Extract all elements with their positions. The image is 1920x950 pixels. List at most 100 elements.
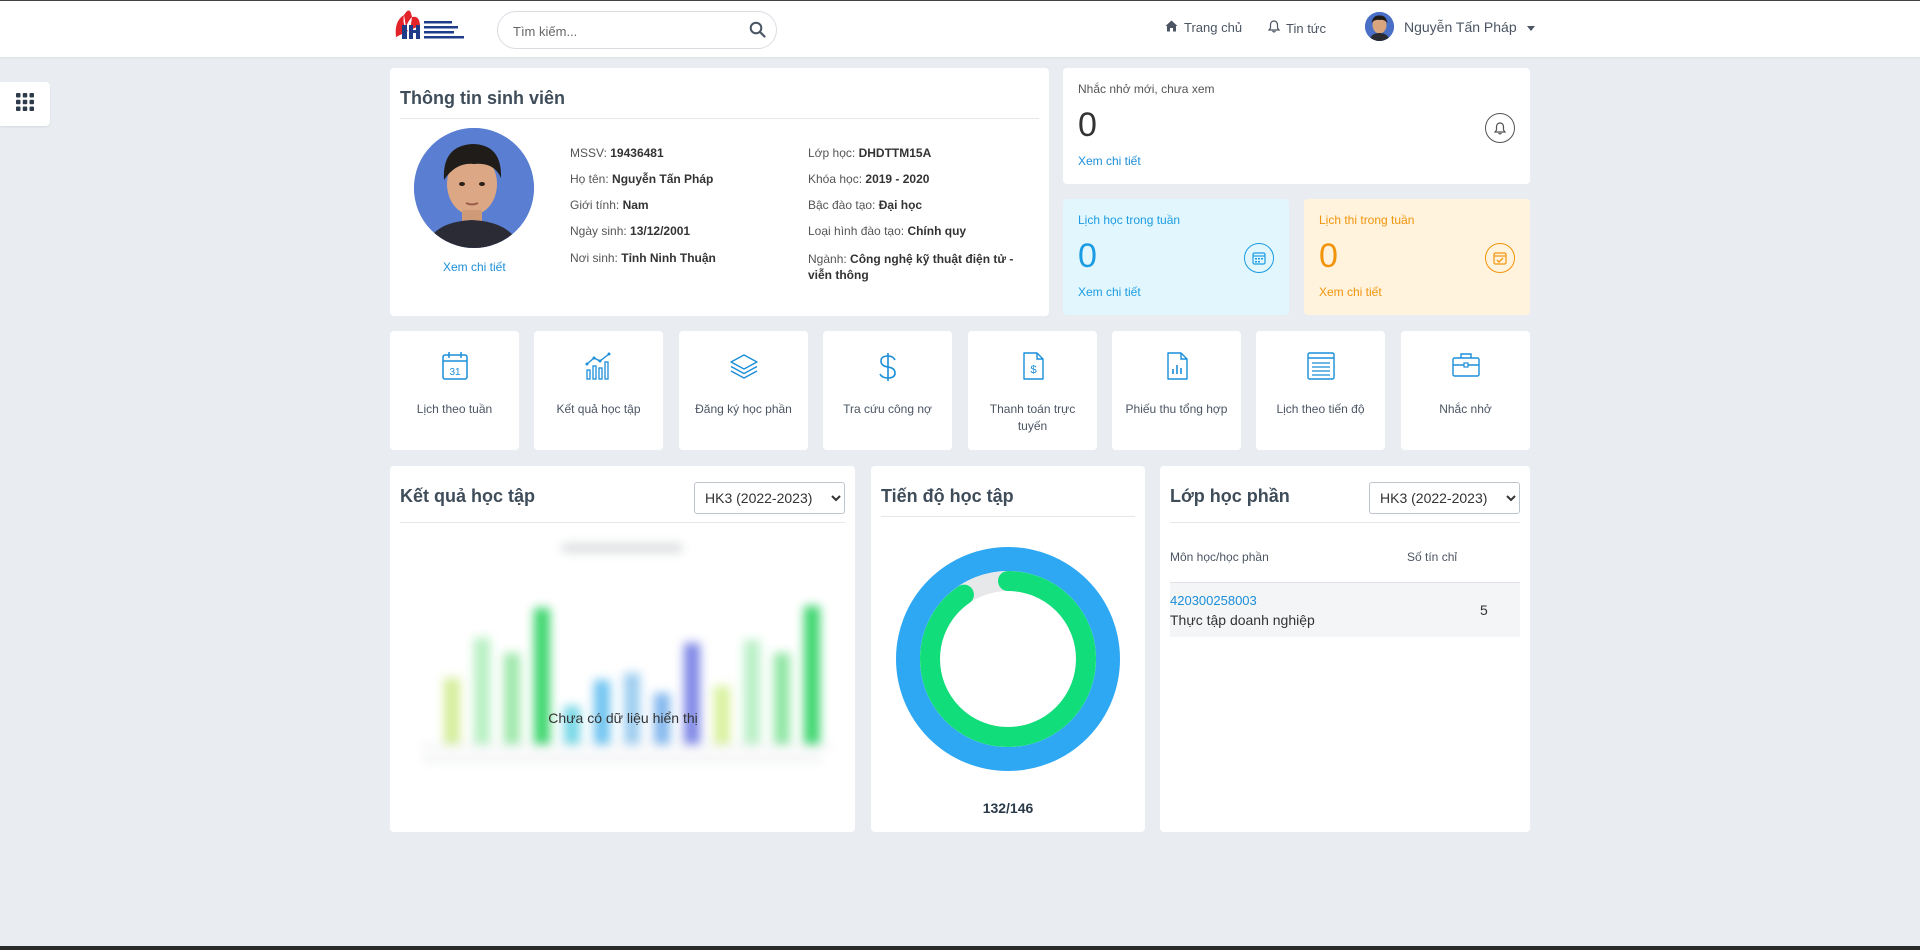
course-sections-card: Lớp học phần HK3 (2022-2023) Môn học/học… <box>1160 466 1530 832</box>
quick-link-debt-lookup[interactable]: Tra cứu công nợ <box>823 331 952 450</box>
dollar-icon <box>823 351 952 383</box>
exam-schedule-count: 0 <box>1319 237 1338 275</box>
info-birthdate: Ngày sinh: 13/12/2001 <box>570 224 690 238</box>
info-label: Nơi sinh: <box>570 251 618 265</box>
bell-icon <box>1485 113 1515 143</box>
exam-schedule-card: Lịch thi trong tuần 0 Xem chi tiết <box>1304 199 1530 315</box>
study-progress-card: Tiến độ học tập 132/146 <box>871 466 1145 832</box>
divider <box>881 516 1135 517</box>
week-schedule-detail-link[interactable]: Xem chi tiết <box>1078 285 1141 299</box>
donut-progress-arc <box>920 571 1096 747</box>
info-label: Giới tính: <box>570 198 620 212</box>
nav-news-link[interactable]: Tin tức <box>1267 20 1327 36</box>
quick-link-progress-schedule[interactable]: Lịch theo tiến độ <box>1256 331 1385 450</box>
info-mssv: MSSV: 19436481 <box>570 146 664 160</box>
info-value: 19436481 <box>610 146 664 160</box>
info-value: Chính quy <box>907 224 967 238</box>
reminders-label: Nhắc nhở mới, chưa xem <box>1078 82 1215 96</box>
results-chart-placeholder: Chưa có dữ liệu hiển thị <box>402 528 844 784</box>
reminders-card: Nhắc nhở mới, chưa xem 0 Xem chi tiết <box>1063 68 1530 184</box>
briefcase-icon <box>1401 351 1530 379</box>
academic-results-title: Kết quả học tập <box>400 486 536 506</box>
course-name: Thực tập doanh nghiệp <box>1170 612 1315 628</box>
info-label: Loại hình đào tạo: <box>808 224 905 238</box>
quick-link-course-registration[interactable]: Đăng ký học phần <box>679 331 808 450</box>
quick-link-online-payment[interactable]: $ Thanh toán trực tuyến <box>968 331 1097 450</box>
divider <box>400 522 845 523</box>
student-detail-link[interactable]: Xem chi tiết <box>443 260 506 274</box>
divider <box>1170 522 1520 523</box>
quick-link-reminders[interactable]: Nhắc nhở <box>1401 331 1530 450</box>
quick-link-label: Lịch theo tiến độ <box>1276 402 1365 416</box>
search-box <box>497 11 777 49</box>
course-code-link[interactable]: 420300258003 <box>1170 593 1257 608</box>
bell-icon <box>1267 20 1281 36</box>
university-logo[interactable] <box>390 7 483 47</box>
quick-link-weekly-schedule[interactable]: 31 Lịch theo tuần <box>390 331 519 450</box>
calendar-icon <box>1244 243 1274 273</box>
grid-icon <box>15 92 35 117</box>
search-icon[interactable] <box>749 21 766 43</box>
info-value: DHDTTM15A <box>858 146 932 160</box>
calendar-check-icon <box>1485 243 1515 273</box>
info-value: 2019 - 2020 <box>865 172 930 186</box>
info-label: Lớp học: <box>808 146 856 160</box>
app-grid-button[interactable] <box>0 82 50 126</box>
column-header-credits: Số tín chỉ <box>1407 550 1458 564</box>
svg-text:31: 31 <box>449 367 461 378</box>
classes-semester-select[interactable]: HK3 (2022-2023) <box>1369 482 1520 514</box>
table-row: 420300258003 Thực tập doanh nghiệp 5 <box>1170 583 1520 637</box>
info-label: MSSV: <box>570 146 607 160</box>
week-schedule-count: 0 <box>1078 237 1097 275</box>
nav-home-label: Trang chủ <box>1184 20 1243 35</box>
search-input[interactable] <box>513 21 733 41</box>
layers-icon <box>679 351 808 381</box>
info-fullname: Họ tên: Nguyễn Tấn Pháp <box>570 172 713 186</box>
reminders-count: 0 <box>1078 106 1097 144</box>
info-label: Ngày sinh: <box>570 224 627 238</box>
nav-news-label: Tin tức <box>1286 20 1327 36</box>
academic-results-card: Kết quả học tập HK3 (2022-2023) Chưa có … <box>390 466 855 832</box>
nav-home-link[interactable]: Trang chủ <box>1165 20 1242 35</box>
info-birthplace: Nơi sinh: Tỉnh Ninh Thuận <box>570 251 716 265</box>
quick-link-label: Nhắc nhở <box>1439 402 1492 416</box>
document-chart-icon <box>1112 351 1241 381</box>
info-gender: Giới tính: Nam <box>570 198 649 212</box>
user-name: Nguyễn Tấn Pháp <box>1404 18 1517 35</box>
quick-link-receipts-summary[interactable]: Phiếu thu tổng hợp <box>1112 331 1241 450</box>
quick-link-label: Tra cứu công nợ <box>843 402 932 416</box>
exam-schedule-label: Lịch thi trong tuần <box>1319 213 1415 227</box>
info-value: Đại học <box>878 198 923 212</box>
info-education-level: Bậc đào tạo: Đại học <box>808 198 922 212</box>
quick-link-label: Thanh toán trực tuyến <box>989 402 1076 433</box>
info-value: 13/12/2001 <box>630 224 691 238</box>
user-menu[interactable]: Nguyễn Tấn Pháp <box>1365 12 1535 41</box>
calendar-31-icon: 31 <box>390 351 519 381</box>
no-data-message: Chưa có dữ liệu hiển thị <box>548 710 698 726</box>
info-value: Nam <box>622 198 649 212</box>
invoice-dollar-icon: $ <box>968 351 1097 381</box>
reminders-detail-link[interactable]: Xem chi tiết <box>1078 154 1141 168</box>
quick-link-label: Lịch theo tuần <box>416 402 493 416</box>
info-label: Ngành: <box>808 252 847 266</box>
bar-chart-trend-icon <box>534 351 663 381</box>
svg-text:$: $ <box>1030 364 1036 376</box>
column-header-course: Môn học/học phần <box>1170 550 1269 564</box>
week-schedule-label: Lịch học trong tuần <box>1078 213 1181 227</box>
student-photo <box>414 128 534 248</box>
quick-link-academic-results[interactable]: Kết quả học tập <box>534 331 663 450</box>
exam-schedule-detail-link[interactable]: Xem chi tiết <box>1319 285 1382 299</box>
results-semester-select[interactable]: HK3 (2022-2023) <box>694 482 845 514</box>
study-progress-title: Tiến độ học tập <box>881 486 1014 506</box>
progress-donut-chart <box>896 547 1120 771</box>
quick-link-label: Phiếu thu tổng hợp <box>1125 402 1228 416</box>
taskbar-edge <box>0 946 1920 950</box>
info-value: Tỉnh Ninh Thuận <box>621 251 716 265</box>
course-sections-title: Lớp học phần <box>1170 486 1290 506</box>
quick-link-label: Kết quả học tập <box>556 402 641 416</box>
list-document-icon <box>1256 351 1385 381</box>
student-info-card: Thông tin sinh viên Xem chi tiết MSSV: 1… <box>390 68 1049 316</box>
info-major: Ngành: Công nghệ kỹ thuật điện tử - viễn… <box>808 251 1038 283</box>
divider <box>400 118 1039 119</box>
quick-link-label: Đăng ký học phần <box>695 402 792 416</box>
